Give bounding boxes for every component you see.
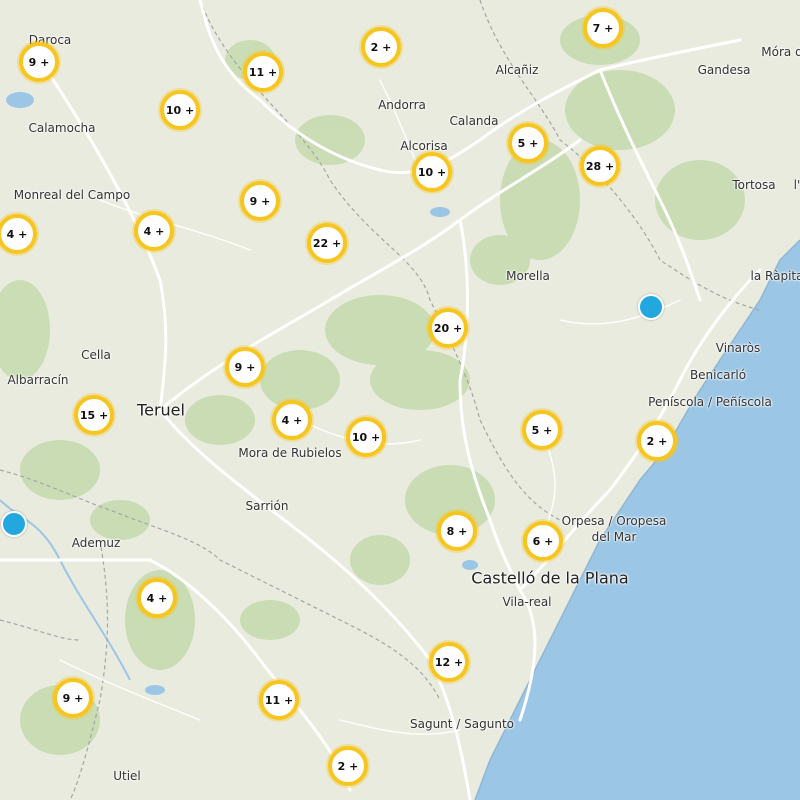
cluster-count: 11 + bbox=[264, 693, 294, 707]
cluster-count: 8 + bbox=[446, 524, 468, 538]
cluster-marker[interactable]: 5 + bbox=[522, 410, 562, 450]
cluster-count: 11 + bbox=[248, 65, 278, 79]
cluster-marker[interactable]: 9 + bbox=[19, 42, 59, 82]
cluster-marker[interactable]: 11 + bbox=[259, 680, 299, 720]
cluster-marker[interactable]: 2 + bbox=[361, 27, 401, 67]
cluster-count: 5 + bbox=[517, 136, 539, 150]
cluster-marker[interactable]: 6 + bbox=[523, 521, 563, 561]
place-label: Vila-real bbox=[502, 595, 552, 609]
cluster-marker[interactable]: 10 + bbox=[160, 90, 200, 130]
cluster-marker[interactable]: 10 + bbox=[412, 152, 452, 192]
cluster-count: 2 + bbox=[370, 40, 392, 54]
cluster-marker[interactable]: 15 + bbox=[74, 395, 114, 435]
cluster-count: 9 + bbox=[249, 194, 271, 208]
location-marker[interactable] bbox=[1, 511, 27, 537]
cluster-marker[interactable]: 11 + bbox=[243, 52, 283, 92]
place-label: Mora de Rubielos bbox=[238, 446, 342, 460]
place-label: Ademuz bbox=[71, 536, 121, 550]
place-label: Tortosa bbox=[732, 178, 776, 192]
place-label: l' bbox=[793, 178, 800, 192]
cluster-marker[interactable]: 22 + bbox=[307, 223, 347, 263]
place-label: Sagunt / Sagunto bbox=[409, 717, 515, 731]
place-label: Alcorisa bbox=[400, 139, 448, 153]
cluster-count: 7 + bbox=[592, 21, 614, 35]
place-label: Monreal del Campo bbox=[13, 188, 131, 202]
place-label: Calamocha bbox=[28, 121, 96, 135]
cluster-marker[interactable]: 5 + bbox=[508, 123, 548, 163]
place-label: Móra d bbox=[761, 45, 800, 59]
cluster-count: 4 + bbox=[143, 224, 165, 238]
place-label: Castelló de la Plana bbox=[471, 568, 629, 588]
place-label: Cella bbox=[81, 348, 111, 362]
place-label: Vinaròs bbox=[715, 341, 761, 355]
place-label: la Ràpita bbox=[750, 269, 800, 283]
map-canvas[interactable]: Daroca Alcañiz Gandesa Móra d Andorra Ca… bbox=[0, 0, 800, 800]
place-label: Albarracín bbox=[7, 373, 69, 387]
cluster-count: 12 + bbox=[434, 655, 464, 669]
cluster-count: 5 + bbox=[531, 423, 553, 437]
location-marker[interactable] bbox=[638, 294, 664, 320]
cluster-count: 2 + bbox=[646, 434, 668, 448]
cluster-count: 15 + bbox=[79, 408, 109, 422]
cluster-marker[interactable]: 8 + bbox=[437, 511, 477, 551]
cluster-marker[interactable]: 10 + bbox=[346, 417, 386, 457]
cluster-marker[interactable]: 9 + bbox=[240, 181, 280, 221]
cluster-marker[interactable]: 4 + bbox=[272, 400, 312, 440]
place-label: Alcañiz bbox=[495, 63, 539, 77]
cluster-count: 28 + bbox=[585, 159, 615, 173]
cluster-marker[interactable]: 9 + bbox=[53, 678, 93, 718]
cluster-marker[interactable]: 7 + bbox=[583, 8, 623, 48]
place-label: Teruel bbox=[137, 400, 185, 420]
cluster-count: 6 + bbox=[532, 534, 554, 548]
cluster-count: 9 + bbox=[234, 360, 256, 374]
cluster-marker[interactable]: 20 + bbox=[428, 308, 468, 348]
place-label: Benicarló bbox=[689, 368, 747, 382]
cluster-marker[interactable]: 4 + bbox=[137, 578, 177, 618]
cluster-count: 9 + bbox=[62, 691, 84, 705]
cluster-marker[interactable]: 12 + bbox=[429, 642, 469, 682]
cluster-count: 4 + bbox=[6, 227, 28, 241]
cluster-count: 20 + bbox=[433, 321, 463, 335]
cluster-marker[interactable]: 9 + bbox=[225, 347, 265, 387]
cluster-count: 4 + bbox=[146, 591, 168, 605]
cluster-marker[interactable]: 28 + bbox=[580, 146, 620, 186]
place-label: del Mar bbox=[591, 530, 637, 544]
place-label: Peníscola / Peñíscola bbox=[648, 395, 772, 409]
place-label: Andorra bbox=[378, 98, 426, 112]
cluster-marker[interactable]: 2 + bbox=[328, 746, 368, 786]
cluster-count: 2 + bbox=[337, 759, 359, 773]
cluster-count: 10 + bbox=[165, 103, 195, 117]
cluster-count: 4 + bbox=[281, 413, 303, 427]
place-label: Calanda bbox=[449, 114, 499, 128]
cluster-count: 10 + bbox=[417, 165, 447, 179]
cluster-count: 22 + bbox=[312, 236, 342, 250]
place-label: Gandesa bbox=[697, 63, 751, 77]
place-label: Sarrión bbox=[245, 499, 289, 513]
place-label: Morella bbox=[506, 269, 550, 283]
cluster-count: 10 + bbox=[351, 430, 381, 444]
cluster-marker[interactable]: 2 + bbox=[637, 421, 677, 461]
cluster-marker[interactable]: 4 + bbox=[134, 211, 174, 251]
cluster-count: 9 + bbox=[28, 55, 50, 69]
place-label: Utiel bbox=[113, 769, 141, 783]
place-label: Orpesa / Oropesa bbox=[561, 514, 667, 528]
